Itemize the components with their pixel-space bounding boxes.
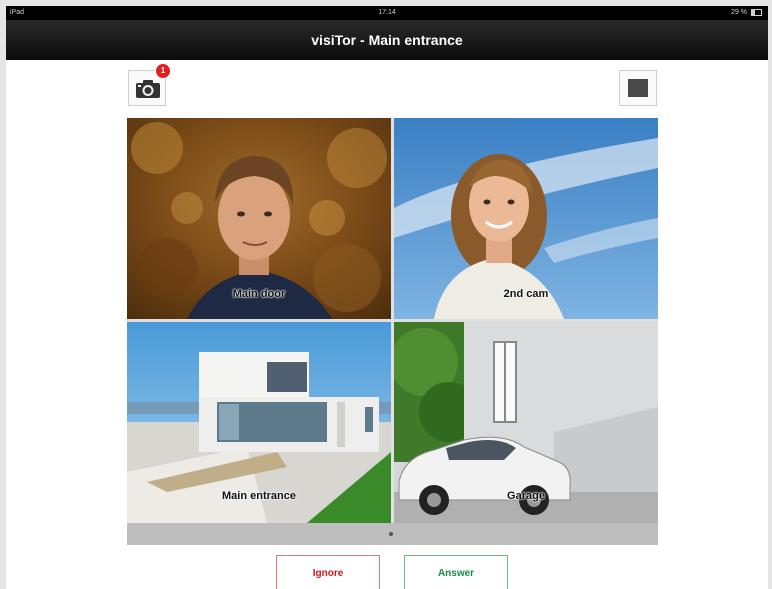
camera-tile-2nd-cam[interactable]: 2nd cam	[394, 118, 658, 319]
ignore-button[interactable]: Ignore	[276, 555, 380, 589]
camera-tile-garage[interactable]: Garage	[394, 322, 658, 523]
camera-grid: Main door 2nd cam Main entrance Garage	[127, 118, 658, 523]
ipad-screen: iPad 17:14 29 % visiTor - Main entrance …	[6, 6, 768, 589]
camera-tile-main-entrance[interactable]: Main entrance	[127, 322, 391, 523]
answer-button[interactable]: Answer	[404, 555, 508, 589]
battery-status: 29 %	[731, 6, 762, 20]
page-indicator-dot	[389, 532, 393, 536]
camera-label-garage: Garage	[507, 490, 545, 502]
status-time: 17:14	[378, 9, 396, 16]
page-title: visiTor - Main entrance	[6, 20, 768, 60]
camera-icon	[136, 80, 160, 98]
camera-tile-main-door[interactable]: Main door	[127, 118, 391, 319]
battery-percent: 29 %	[731, 9, 748, 16]
grid-pager[interactable]	[127, 523, 658, 545]
stop-icon	[628, 79, 648, 97]
stop-button[interactable]	[619, 70, 657, 106]
snapshot-count-badge: 1	[155, 63, 171, 79]
camera-label-main-door: Main door	[232, 288, 286, 300]
camera-label-2nd-cam: 2nd cam	[503, 288, 549, 300]
page: iPad 17:14 29 % visiTor - Main entrance …	[0, 0, 772, 589]
battery-icon	[751, 8, 762, 16]
snapshot-camera-button[interactable]: 1	[128, 63, 171, 106]
status-bar: iPad 17:14 29 %	[6, 6, 768, 20]
camera-label-main-entrance: Main entrance	[222, 490, 296, 502]
